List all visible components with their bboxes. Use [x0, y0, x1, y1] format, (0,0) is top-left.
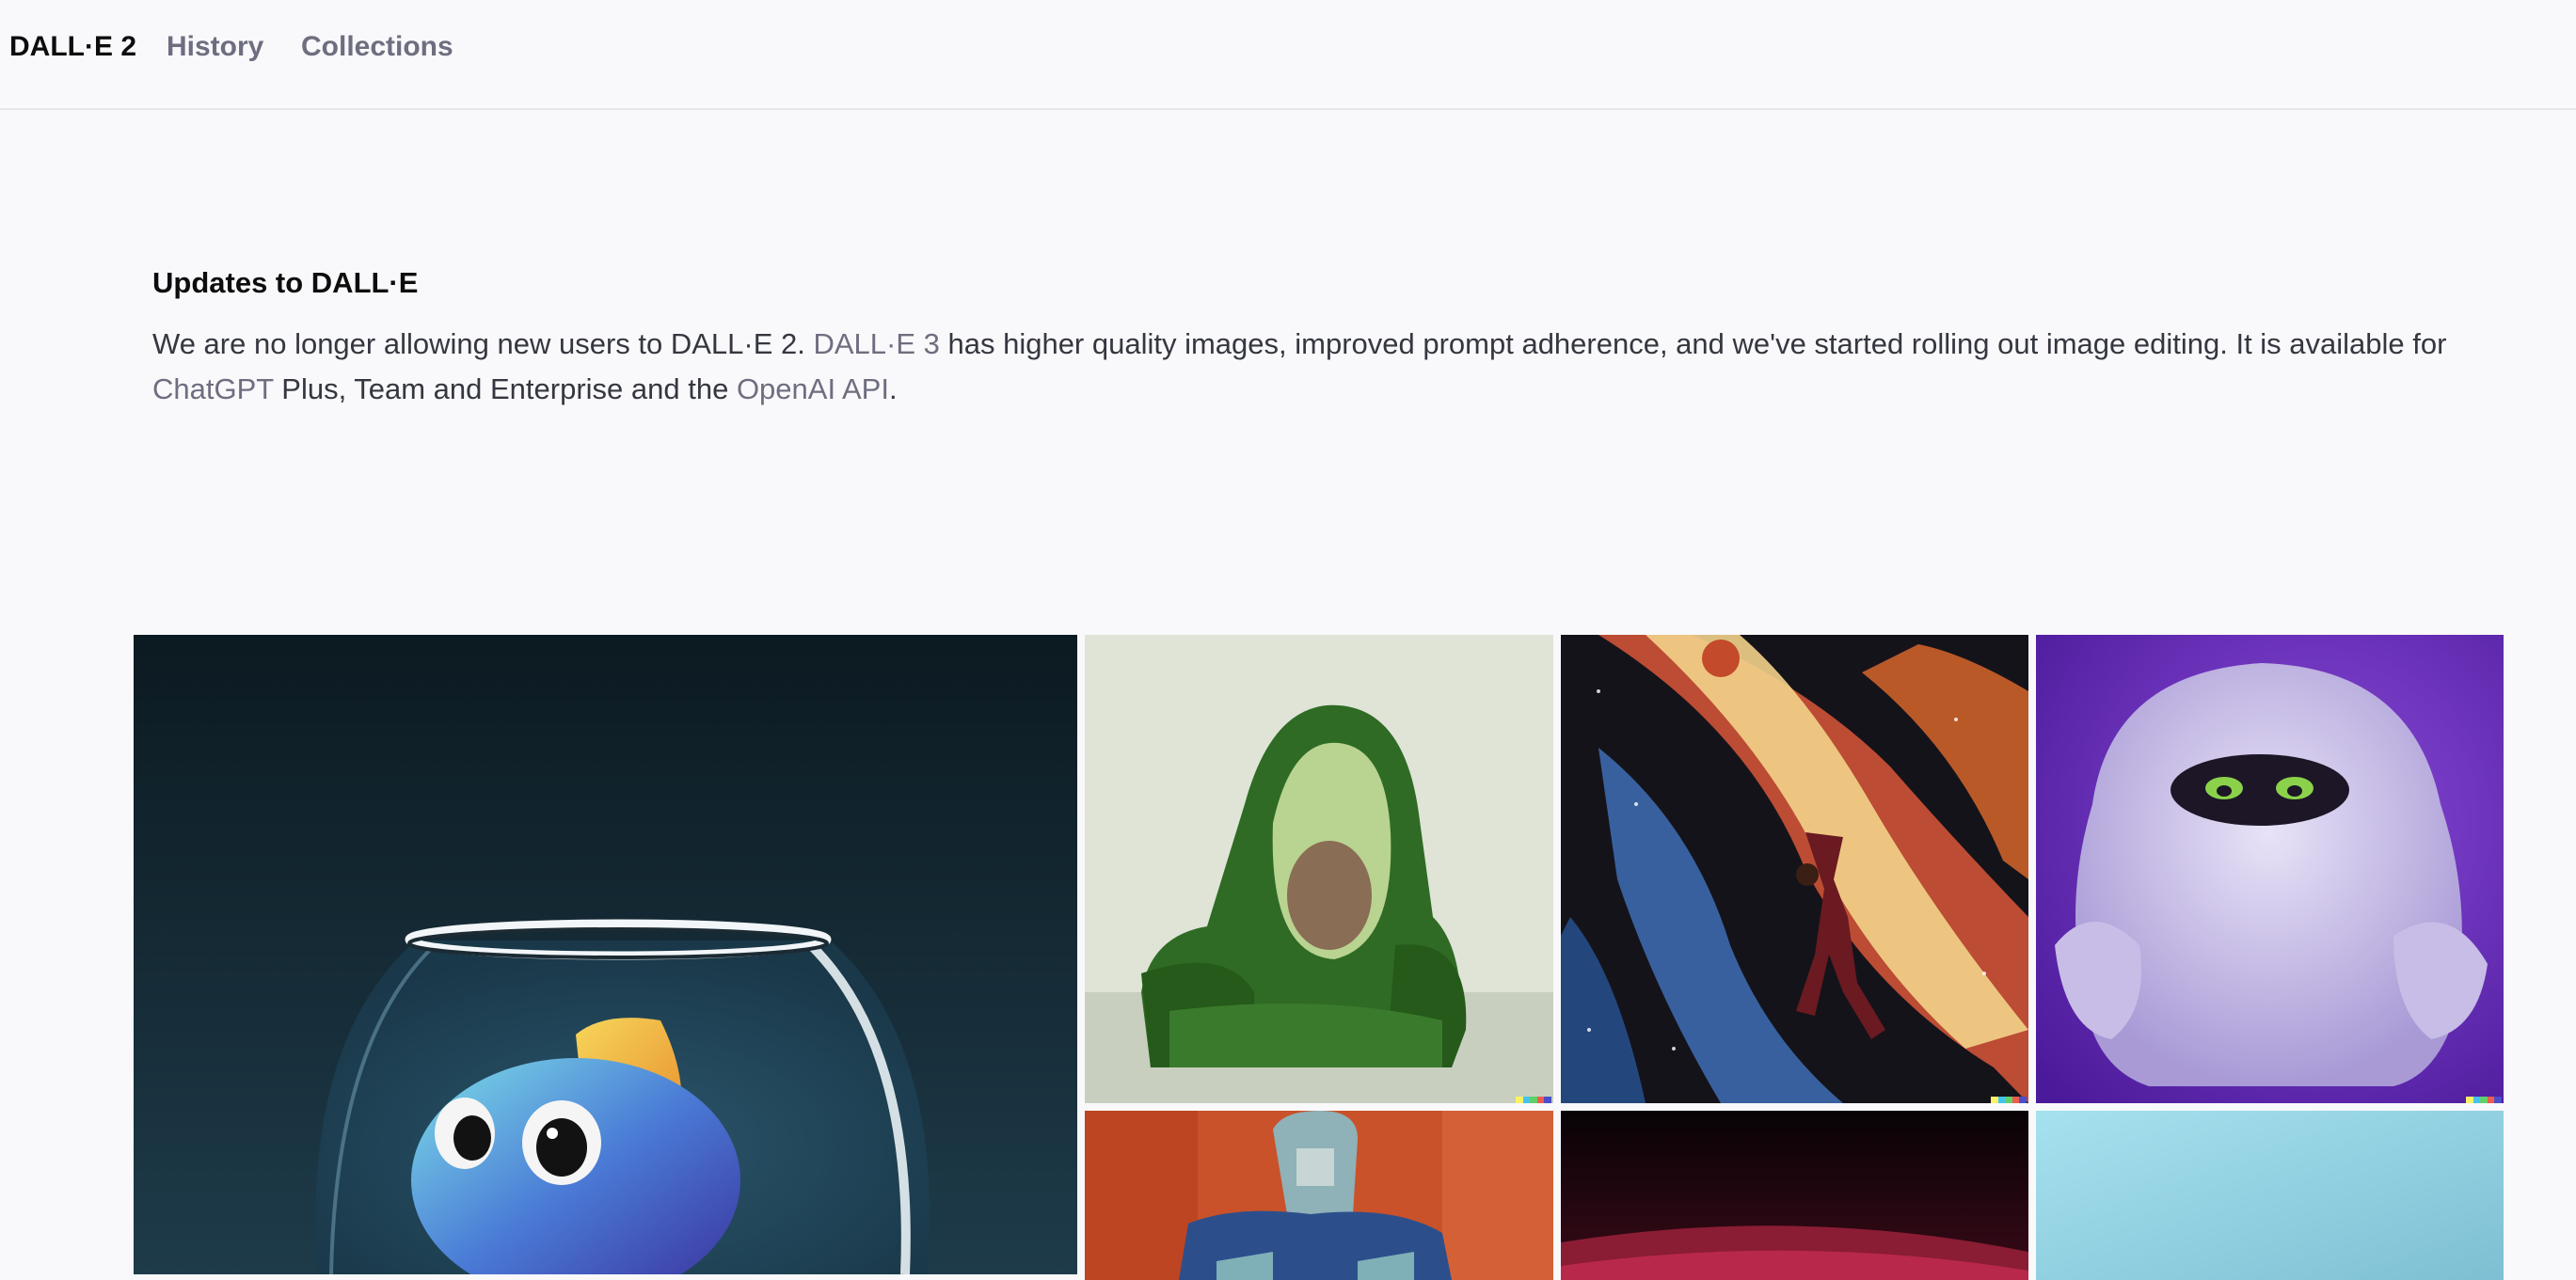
- dalle3-link[interactable]: DALL·E 3: [813, 327, 939, 360]
- chatgpt-link[interactable]: ChatGPT: [152, 372, 274, 405]
- gallery-tile-light-blue[interactable]: [2036, 1111, 2504, 1280]
- notice-text-2: has higher quality images, improved prom…: [939, 327, 2447, 360]
- dark-red-image: [1561, 1111, 2028, 1280]
- space-dunk-image: [1561, 635, 2028, 1103]
- notice-text-4: .: [888, 372, 898, 405]
- portrait-painting-image: [1085, 1111, 1553, 1280]
- gallery-tile-dark-red[interactable]: [1561, 1111, 2028, 1280]
- gallery-tile-portrait[interactable]: [1085, 1111, 1553, 1280]
- fishbowl-image: [134, 635, 1077, 1274]
- notice-text-3: Plus, Team and Enterprise and the: [273, 372, 737, 405]
- notice-text-1: We are no longer allowing new users to D…: [152, 327, 814, 360]
- nav-history-link[interactable]: History: [167, 28, 263, 66]
- notice-title: Updates to DALL·E: [152, 266, 419, 299]
- gallery-tile-avocado[interactable]: [1085, 635, 1553, 1103]
- nav-brand-link[interactable]: DALL·E 2: [9, 28, 136, 66]
- monster-image: [2036, 635, 2504, 1103]
- notice-body: We are no longer allowing new users to D…: [152, 322, 2457, 412]
- light-blue-image: [2036, 1111, 2504, 1280]
- gallery-tile-fishbowl[interactable]: [134, 635, 1077, 1274]
- top-nav: DALL·E 2 History Collections: [0, 0, 2576, 110]
- nav-collections-link[interactable]: Collections: [301, 28, 453, 66]
- gallery-tile-monster[interactable]: [2036, 635, 2504, 1103]
- signature-mark: [1516, 1097, 1551, 1103]
- avocado-chair-image: [1085, 635, 1553, 1103]
- signature-mark: [2466, 1097, 2502, 1103]
- update-notice: Updates to DALL·E We are no longer allow…: [152, 260, 2457, 412]
- gallery-tile-space-dunk[interactable]: [1561, 635, 2028, 1103]
- openai-api-link[interactable]: OpenAI API: [737, 372, 889, 405]
- signature-mark: [1991, 1097, 2027, 1103]
